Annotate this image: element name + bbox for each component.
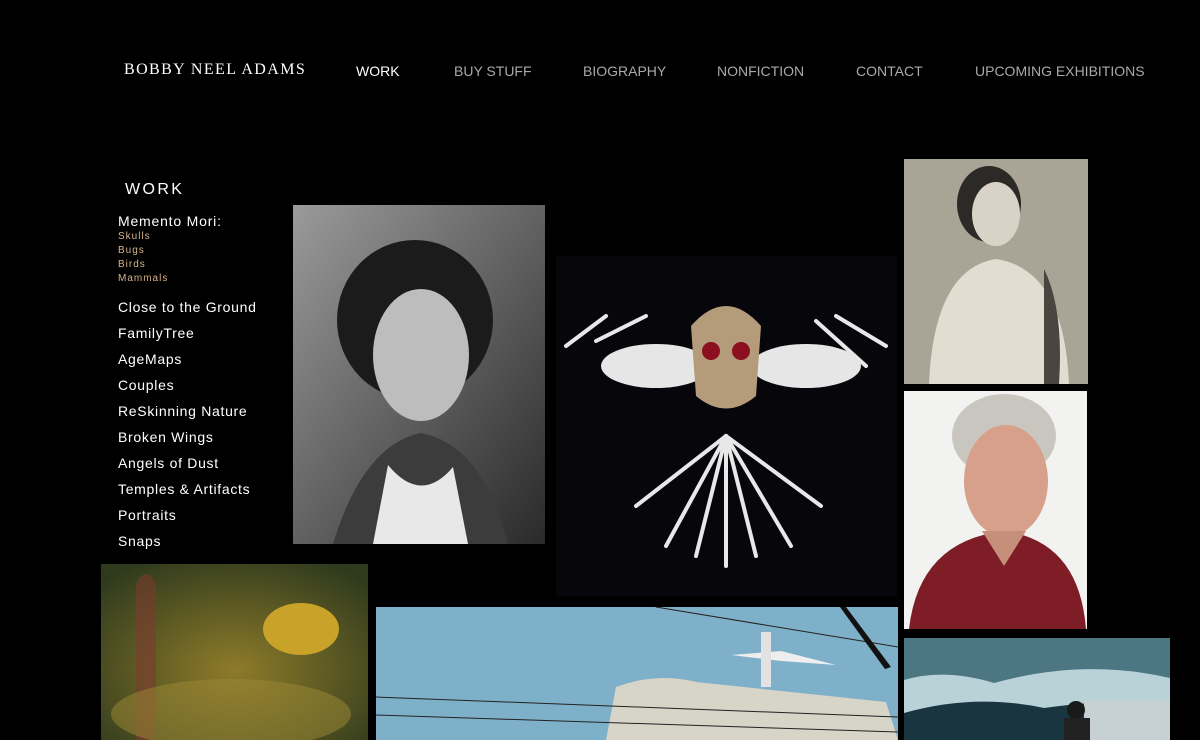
sub-link-birds[interactable]: Birds [118, 258, 168, 272]
nav-buy-stuff[interactable]: BUY STUFF [454, 63, 532, 79]
photo-airplane-building[interactable] [376, 607, 898, 740]
nav-biography[interactable]: BIOGRAPHY [583, 63, 666, 79]
sub-link-skulls[interactable]: Skulls [118, 230, 168, 244]
photo-woman-portrait[interactable] [293, 205, 545, 544]
series-link-reskinning-nature[interactable]: ReSkinning Nature [118, 398, 257, 424]
section-title: WORK [125, 181, 185, 198]
site-title[interactable]: BOBBY NEEL ADAMS [124, 61, 306, 79]
photo-torso-portrait[interactable] [904, 159, 1088, 384]
series-link-snaps[interactable]: Snaps [118, 528, 257, 554]
series-link-broken-wings[interactable]: Broken Wings [118, 424, 257, 450]
series-links: Close to the Ground FamilyTree AgeMaps C… [118, 294, 257, 554]
photo-skull-petals[interactable] [556, 256, 897, 596]
nav-contact[interactable]: CONTACT [856, 63, 923, 79]
series-link-couples[interactable]: Couples [118, 372, 257, 398]
nav-upcoming-exhibitions[interactable]: UPCOMING EXHIBITIONS [975, 63, 1145, 79]
memento-mori-links: Skulls Bugs Birds Mammals [118, 230, 168, 286]
series-link-agemaps[interactable]: AgeMaps [118, 346, 257, 372]
sub-link-mammals[interactable]: Mammals [118, 272, 168, 286]
photo-old-man-portrait[interactable] [904, 391, 1087, 629]
photo-underwater-flower[interactable] [101, 564, 368, 740]
series-link-angels-of-dust[interactable]: Angels of Dust [118, 450, 257, 476]
series-link-portraits[interactable]: Portraits [118, 502, 257, 528]
memento-mori-heading[interactable]: Memento Mori: [118, 213, 222, 229]
series-link-close-to-the-ground[interactable]: Close to the Ground [118, 294, 257, 320]
nav-nonfiction[interactable]: NONFICTION [717, 63, 804, 79]
nav-work[interactable]: WORK [356, 63, 400, 79]
series-link-temples-artifacts[interactable]: Temples & Artifacts [118, 476, 257, 502]
sub-link-bugs[interactable]: Bugs [118, 244, 168, 258]
series-link-familytree[interactable]: FamilyTree [118, 320, 257, 346]
photo-car-landscape[interactable] [904, 638, 1170, 740]
